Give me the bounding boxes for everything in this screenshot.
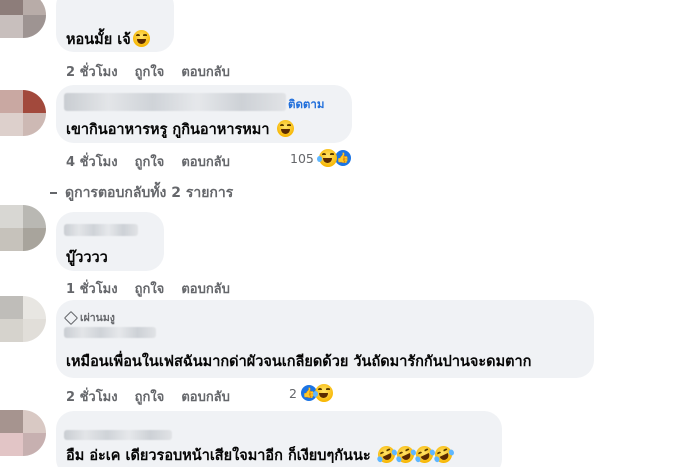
view-replies-link[interactable]: ดูการตอบกลับทั้ง 2 รายการ <box>50 182 233 204</box>
reaction-count: 105 <box>290 150 314 166</box>
timestamp[interactable]: 1 ชั่วโมง <box>66 278 118 299</box>
comment-bubble: อืม อ่ะเค เดียวรอบหน้าเสียใจมาอีก ก็เงีย… <box>56 411 502 467</box>
fan-badge-label: เผ่านมงู <box>80 312 115 324</box>
diamond-icon <box>63 310 79 325</box>
comment-actions: 2 ชั่วโมง ถูกใจ ตอบกลับ <box>66 61 230 82</box>
comment-text-content: หอนมั้ย เจ้ <box>66 32 131 48</box>
like-button[interactable]: ถูกใจ <box>135 61 165 82</box>
reaction-count: 2 <box>289 385 297 401</box>
comment-text-content: อืม อ่ะเค เดียวรอบหน้าเสียใจมาอีก ก็เงีย… <box>66 448 371 464</box>
avatar[interactable] <box>0 410 46 456</box>
rofl-emoji-icon <box>393 443 417 466</box>
comment-text: อืม อ่ะเค เดียวรอบหน้าเสียใจมาอีก ก็เงีย… <box>66 443 455 467</box>
avatar[interactable] <box>0 90 46 136</box>
author-name-blurred <box>64 327 156 338</box>
comment-actions: 2 ชั่วโมง ถูกใจ ตอบกลับ <box>66 386 230 407</box>
timestamp[interactable]: 4 ชั่วโมง <box>66 151 118 172</box>
rofl-emoji-icon <box>412 443 436 466</box>
comment-text: บู๊วววว <box>66 246 108 269</box>
reaction-summary[interactable]: 2 👍 <box>289 384 333 402</box>
comment-bubble: เผ่านมงู เหมือนเพื่อนในเฟสฉันมากด่าผัวจน… <box>56 300 594 378</box>
comment-text-content: เขากินอาหารหรู กูกินอาหารหมา <box>66 122 270 138</box>
reaction-summary[interactable]: 105 👍 <box>290 149 352 167</box>
comment-actions: 1 ชั่วโมง ถูกใจ ตอบกลับ <box>66 278 230 299</box>
comment-text: เขากินอาหารหรู กูกินอาหารหมา <box>66 118 294 141</box>
comment-bubble: หอนมั้ย เจ้ <box>56 0 174 52</box>
like-button[interactable]: ถูกใจ <box>135 386 165 407</box>
view-replies-label: ดูการตอบกลับทั้ง 2 รายการ <box>65 185 234 201</box>
fan-badge: เผ่านมงู <box>63 309 115 326</box>
follow-link[interactable]: ติดตาม <box>288 96 324 114</box>
comment-text: เหมือนเพื่อนในเฟสฉันมากด่าผัวจนเกลียดด้ว… <box>66 350 531 373</box>
comment-text-content: บู๊วววว <box>66 250 108 266</box>
avatar[interactable] <box>0 205 46 251</box>
comment-bubble: บู๊วววว <box>56 212 164 271</box>
avatar[interactable] <box>0 296 46 342</box>
comment-text: หอนมั้ย เจ้ <box>66 28 150 51</box>
author-name-blurred <box>64 93 286 111</box>
author-name-blurred <box>64 224 138 236</box>
avatar[interactable] <box>0 0 46 38</box>
comment-actions: 4 ชั่วโมง ถูกใจ ตอบกลับ <box>66 151 230 172</box>
timestamp[interactable]: 2 ชั่วโมง <box>66 386 118 407</box>
like-button[interactable]: ถูกใจ <box>135 151 165 172</box>
comment-bubble: ติดตาม เขากินอาหารหรู กูกินอาหารหมา <box>56 85 352 143</box>
reply-button[interactable]: ตอบกลับ <box>181 386 230 407</box>
haha-reaction-icon <box>316 149 337 167</box>
reply-arrow-icon <box>50 192 57 194</box>
grin-sweat-emoji-icon <box>132 30 150 47</box>
rofl-emoji-icon <box>374 443 398 466</box>
reply-button[interactable]: ตอบกลับ <box>181 151 230 172</box>
comment-text-content: เหมือนเพื่อนในเฟสฉันมากด่าผัวจนเกลียดด้ว… <box>66 354 532 370</box>
haha-reaction-icon <box>312 384 333 402</box>
reply-button[interactable]: ตอบกลับ <box>181 278 230 299</box>
grin-sweat-emoji-icon <box>276 120 294 137</box>
rofl-emoji-icon <box>431 443 455 466</box>
timestamp[interactable]: 2 ชั่วโมง <box>66 61 118 82</box>
author-name-blurred <box>64 430 172 440</box>
like-button[interactable]: ถูกใจ <box>135 278 165 299</box>
reply-button[interactable]: ตอบกลับ <box>181 61 230 82</box>
